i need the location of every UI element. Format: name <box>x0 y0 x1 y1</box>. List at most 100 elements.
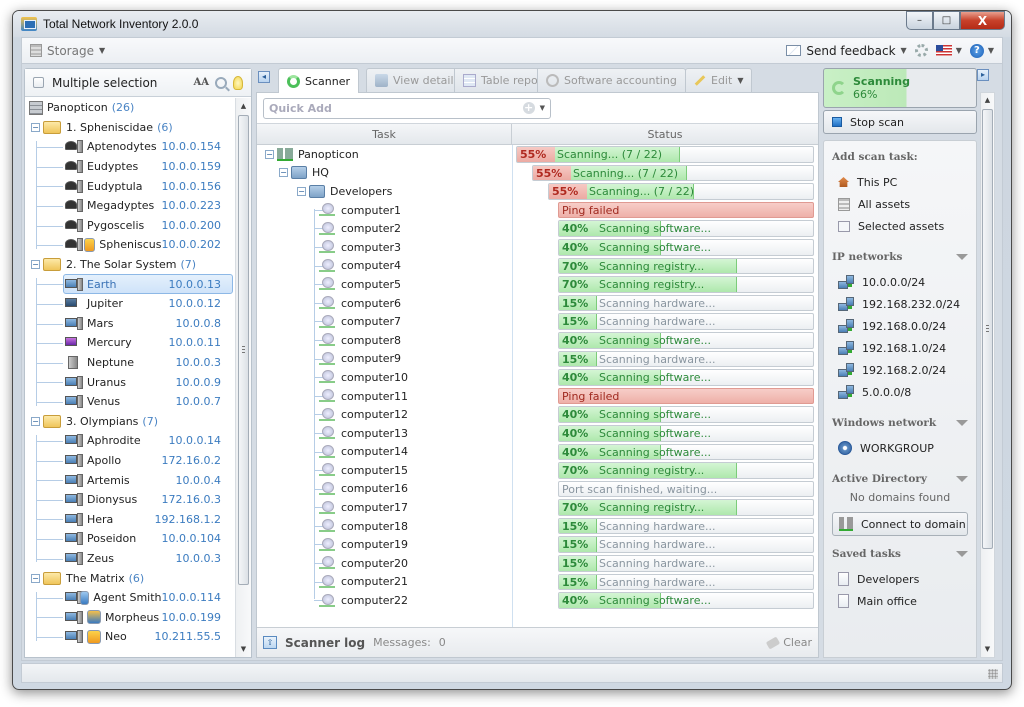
task-row[interactable]: computer5 70% Scanning registry... <box>257 275 818 294</box>
collapse-left-icon[interactable]: ◂ <box>258 71 270 83</box>
task-row[interactable]: computer13 40% Scanning software... <box>257 424 818 443</box>
tree-item[interactable]: Apollo 172.16.0.2 <box>25 451 235 471</box>
maximize-button[interactable]: □ <box>933 11 960 30</box>
tree-item[interactable]: Mercury 10.0.0.11 <box>25 333 235 353</box>
scroll-down-arrow[interactable]: ▼ <box>981 642 994 657</box>
ip-network-item[interactable]: 192.168.2.0/24 <box>832 359 968 381</box>
minimize-button[interactable]: – <box>906 11 933 30</box>
chevron-down-icon[interactable]: ▼ <box>540 104 545 112</box>
task-row[interactable]: computer22 40% Scanning software... <box>257 591 818 610</box>
tab-view-details[interactable]: View details <box>366 68 468 92</box>
saved-task-item[interactable]: Main office <box>832 590 968 612</box>
windows-network-heading[interactable]: Windows network <box>832 417 968 429</box>
tab-software-accounting[interactable]: Software accounting <box>537 68 686 92</box>
collapse-right-icon[interactable]: ▸ <box>977 69 989 81</box>
stop-scan-button[interactable]: Stop scan <box>823 110 977 134</box>
close-button[interactable]: X <box>960 11 1005 30</box>
scroll-down-arrow[interactable]: ▼ <box>236 641 251 657</box>
tree-item[interactable]: Venus 10.0.0.7 <box>25 392 235 412</box>
task-row[interactable]: computer9 15% Scanning hardware... <box>257 350 818 369</box>
task-row[interactable]: computer10 40% Scanning software... <box>257 368 818 387</box>
ip-network-item[interactable]: 192.168.1.0/24 <box>832 337 968 359</box>
tree-root[interactable]: Panopticon (26) <box>25 98 235 118</box>
task-row[interactable]: computer17 70% Scanning registry... <box>257 498 818 517</box>
scroll-up-arrow[interactable]: ▲ <box>236 98 251 114</box>
scroll-thumb[interactable] <box>982 109 993 549</box>
collapse-icon[interactable]: − <box>31 573 40 583</box>
tree-group[interactable]: − 1. Spheniscidae (6) <box>25 118 235 138</box>
task-row[interactable]: computer8 40% Scanning software... <box>257 331 818 350</box>
tree-item[interactable]: Neptune 10.0.0.3 <box>25 353 235 373</box>
send-feedback-menu[interactable]: Send feedback ▼ <box>786 44 907 58</box>
multiple-selection-checkbox[interactable] <box>33 77 44 88</box>
saved-tasks-heading[interactable]: Saved tasks <box>832 548 968 560</box>
tree-item[interactable]: Spheniscus 10.0.0.202 <box>25 235 235 255</box>
task-row[interactable]: − HQ 55% Scanning... (7 / 22) <box>257 164 818 183</box>
tree-item[interactable]: Pygoscelis 10.0.0.200 <box>25 216 235 236</box>
task-row[interactable]: computer4 70% Scanning registry... <box>257 257 818 276</box>
tree-item[interactable]: Artemis 10.0.0.4 <box>25 470 235 490</box>
scroll-up-arrow[interactable]: ▲ <box>981 93 994 108</box>
task-row[interactable]: − Panopticon 55% Scanning... (7 / 22) <box>257 145 818 164</box>
clear-log-button[interactable]: Clear <box>766 636 812 649</box>
tree-item[interactable]: Uranus 10.0.0.9 <box>25 372 235 392</box>
tree-item[interactable]: Zeus 10.0.0.3 <box>25 549 235 569</box>
collapse-icon[interactable]: − <box>265 149 274 159</box>
task-row[interactable]: computer7 15% Scanning hardware... <box>257 312 818 331</box>
saved-task-item[interactable]: Developers <box>832 568 968 590</box>
storage-menu[interactable]: Storage ▼ <box>30 44 105 58</box>
collapse-triangle-icon[interactable] <box>956 254 968 260</box>
tree-item[interactable]: Mars 10.0.0.8 <box>25 314 235 334</box>
tree-group[interactable]: − 2. The Solar System (7) <box>25 255 235 275</box>
asset-tree-scrollbar[interactable]: ▲ ▼ <box>235 98 251 657</box>
tab-edit[interactable]: Edit ▼ <box>685 68 753 92</box>
tree-item[interactable]: Agent Smith 10.0.0.114 <box>25 588 235 608</box>
gear-icon[interactable] <box>914 44 928 57</box>
resize-grip[interactable] <box>988 669 998 679</box>
ip-network-item[interactable]: 192.168.0.0/24 <box>832 315 968 337</box>
task-row[interactable]: computer21 15% Scanning hardware... <box>257 573 818 592</box>
help-menu[interactable]: ? ▼ <box>969 43 994 58</box>
lightbulb-icon[interactable] <box>233 75 243 90</box>
expand-log-icon[interactable]: ⇧ <box>263 636 277 649</box>
task-row[interactable]: computer15 70% Scanning registry... <box>257 461 818 480</box>
connect-to-domain-button[interactable]: Connect to domain <box>832 512 968 536</box>
tree-item[interactable]: Aphrodite 10.0.0.14 <box>25 431 235 451</box>
tree-item[interactable]: Dionysus 172.16.0.3 <box>25 490 235 510</box>
collapse-triangle-icon[interactable] <box>956 476 968 482</box>
ip-network-item[interactable]: 5.0.0.0/8 <box>832 381 968 403</box>
task-row[interactable]: computer3 40% Scanning software... <box>257 238 818 257</box>
column-header-task[interactable]: Task <box>257 124 512 144</box>
tree-group[interactable]: − 3. Olympians (7) <box>25 412 235 432</box>
tree-item[interactable]: Jupiter 10.0.0.12 <box>25 294 235 314</box>
task-row[interactable]: − Developers 55% Scanning... (7 / 22) <box>257 182 818 201</box>
add-selected-assets[interactable]: Selected assets <box>832 215 968 237</box>
right-panel-scrollbar[interactable]: ▲ ▼ <box>980 92 995 658</box>
task-row[interactable]: computer14 40% Scanning software... <box>257 443 818 462</box>
collapse-icon[interactable]: − <box>31 416 40 426</box>
task-row[interactable]: computer6 15% Scanning hardware... <box>257 294 818 313</box>
collapse-icon[interactable]: − <box>31 260 40 270</box>
tree-item[interactable]: Hera 192.168.1.2 <box>25 509 235 529</box>
ip-networks-heading[interactable]: IP networks <box>832 251 968 263</box>
tree-item[interactable]: Megadyptes 10.0.0.223 <box>25 196 235 216</box>
tree-item[interactable]: Neo 10.211.55.5 <box>25 627 235 647</box>
tree-item[interactable]: Morpheus 10.0.0.199 <box>25 607 235 627</box>
task-row[interactable]: computer12 40% Scanning software... <box>257 405 818 424</box>
language-menu[interactable]: ▼ <box>935 45 962 56</box>
collapse-icon[interactable]: − <box>297 186 306 196</box>
add-all-assets[interactable]: All assets <box>832 193 968 215</box>
font-size-toggle[interactable]: AA <box>193 77 209 88</box>
tree-item[interactable]: Poseidon 10.0.0.104 <box>25 529 235 549</box>
windows-network-item[interactable]: WORKGROUP <box>832 437 968 459</box>
task-row[interactable]: computer19 15% Scanning hardware... <box>257 535 818 554</box>
collapse-icon[interactable]: − <box>31 122 40 132</box>
task-row[interactable]: computer1 Ping failed <box>257 201 818 220</box>
active-directory-heading[interactable]: Active Directory <box>832 473 968 485</box>
task-row[interactable]: computer11 Ping failed <box>257 387 818 406</box>
tab-scanner[interactable]: Scanner <box>278 68 360 93</box>
column-header-status[interactable]: Status <box>512 124 818 144</box>
collapse-triangle-icon[interactable] <box>956 420 968 426</box>
scroll-thumb[interactable] <box>238 115 249 585</box>
quick-add-input[interactable]: Quick Add + ▼ <box>263 97 551 119</box>
